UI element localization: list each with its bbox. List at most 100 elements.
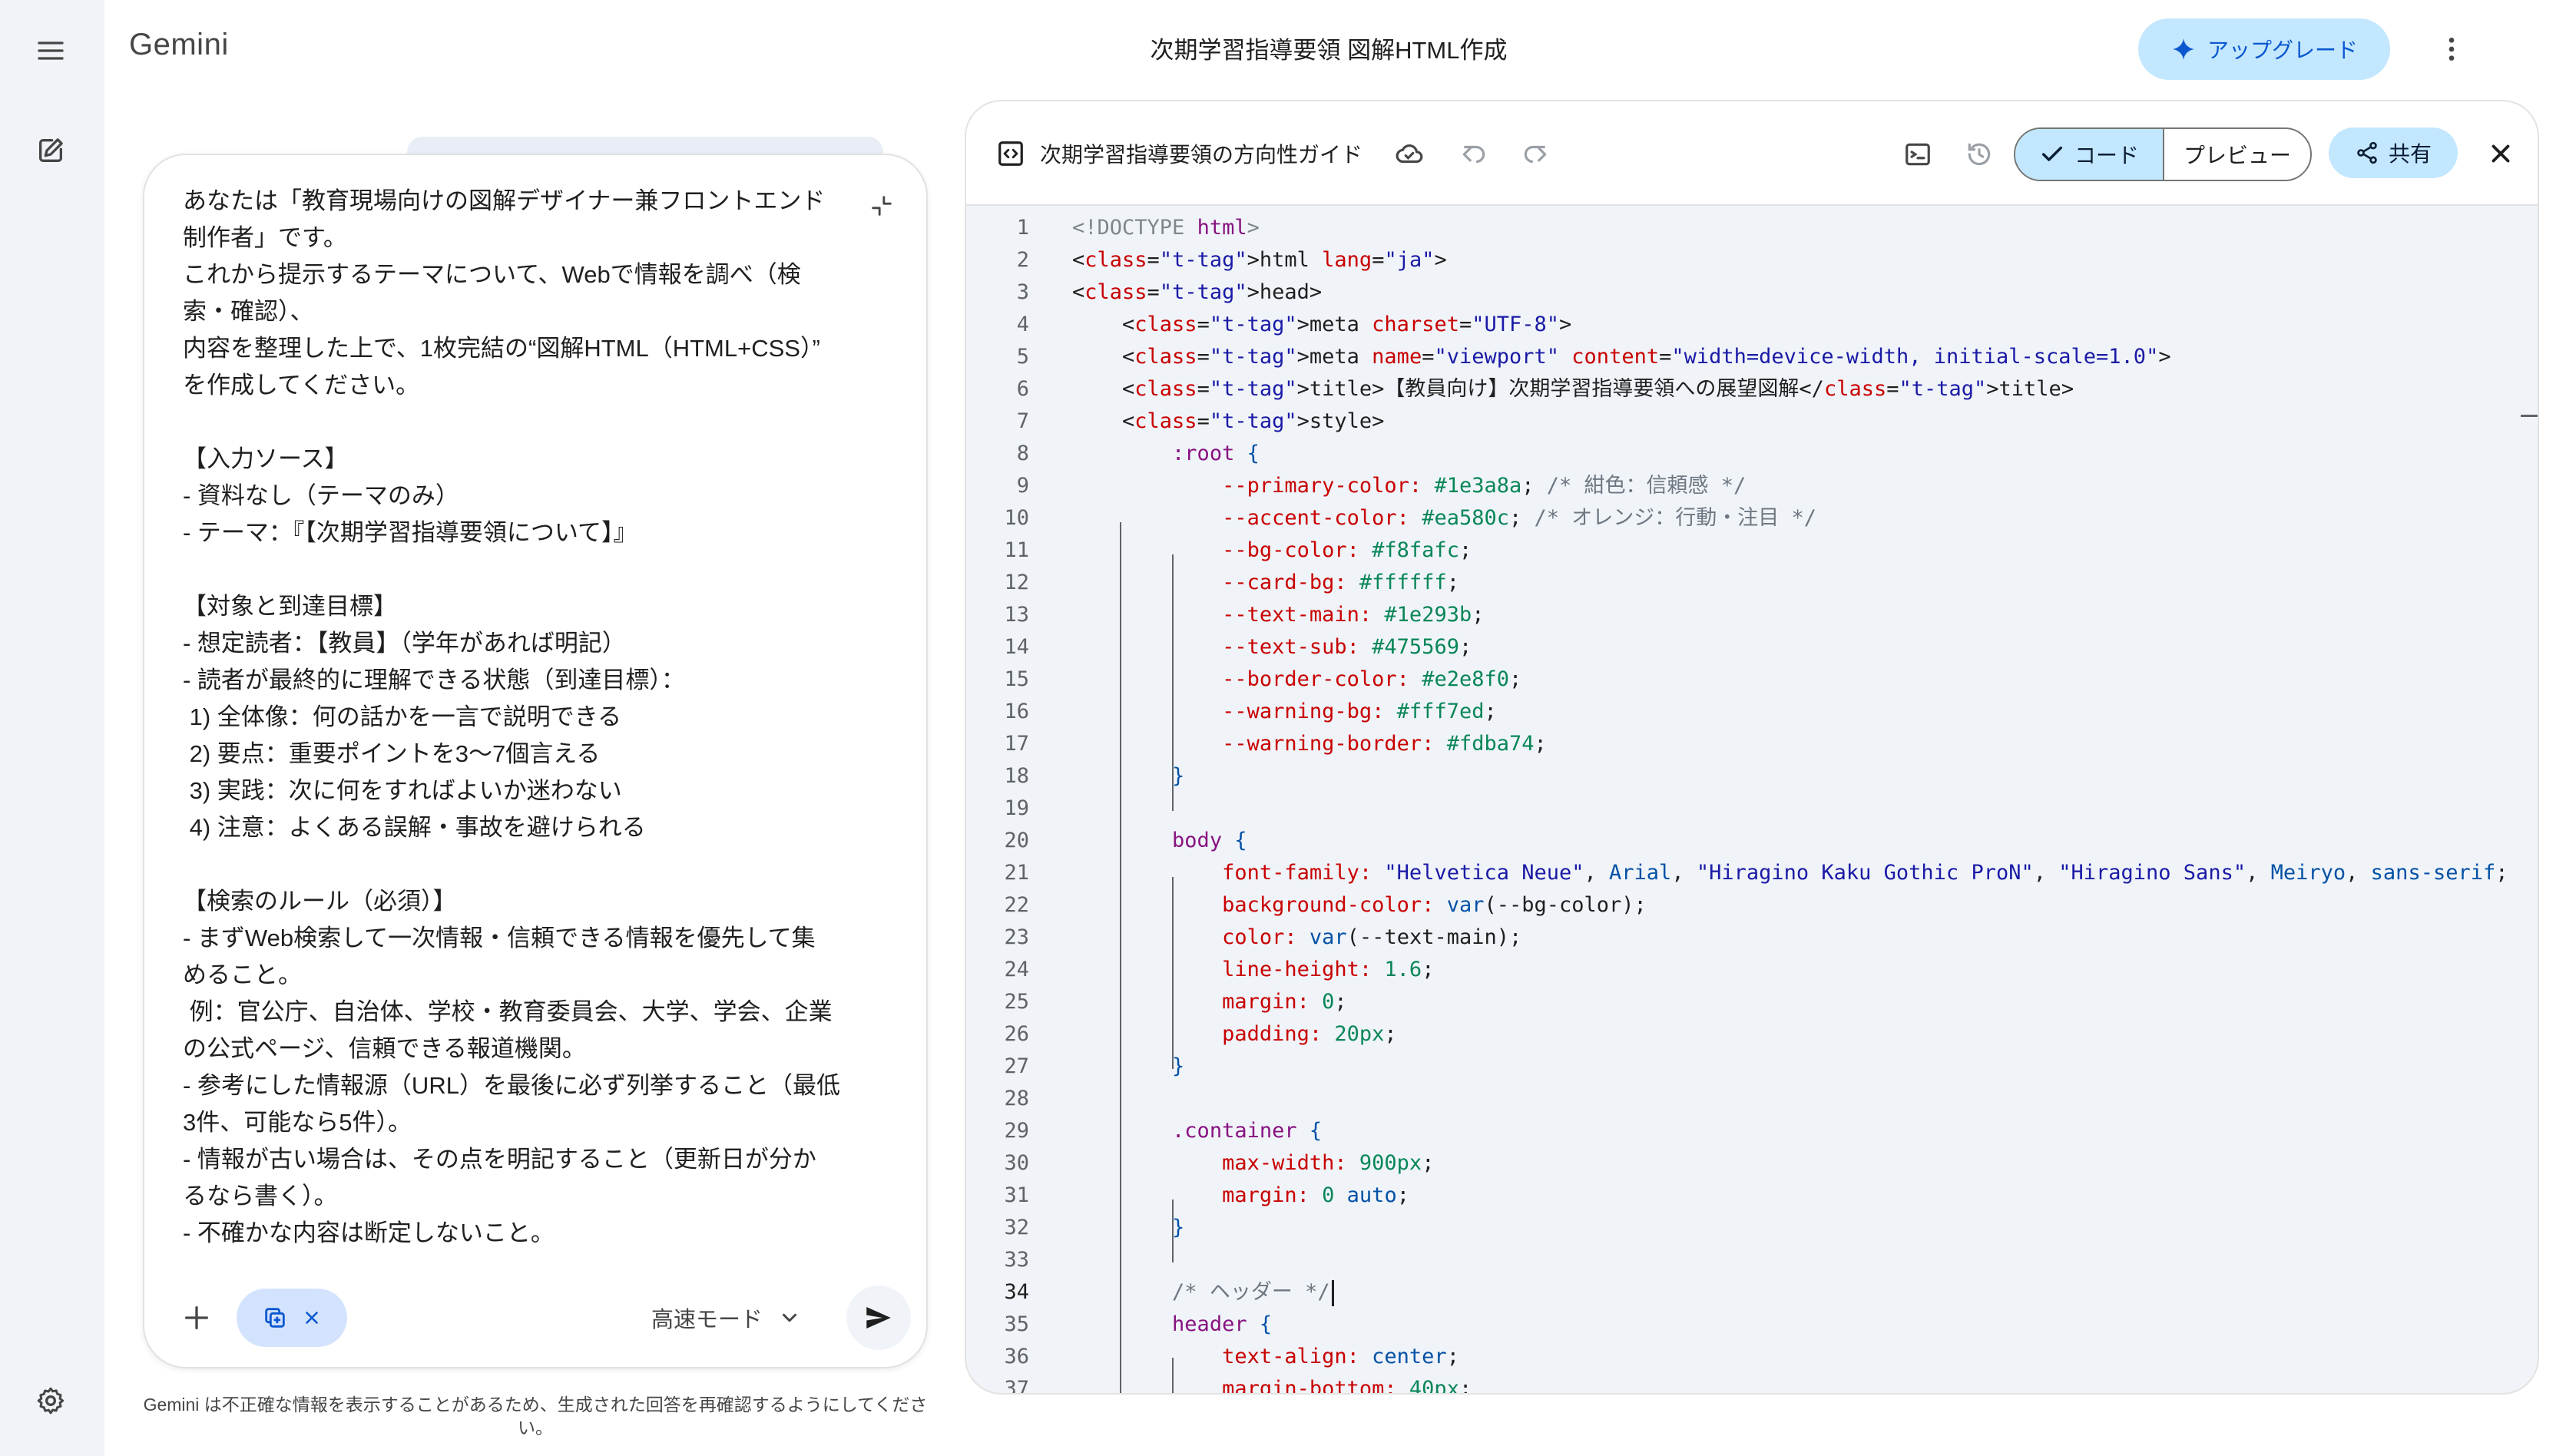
tab-preview[interactable]: プレビュー	[2164, 129, 2310, 180]
code-line[interactable]: 27 }	[966, 1051, 2538, 1083]
console-button[interactable]	[1899, 135, 1937, 174]
code-text[interactable]: color: var(--text-main);	[1072, 922, 1521, 954]
code-line[interactable]: 16 --warning-bg: #fff7ed;	[966, 696, 2538, 728]
code-line[interactable]: 35 header {	[966, 1309, 2538, 1341]
code-text[interactable]: margin: 0;	[1072, 986, 1347, 1018]
code-line[interactable]: 10 --accent-color: #ea580c; /* オレンジ：行動・注…	[966, 502, 2538, 534]
code-text[interactable]: :root {	[1072, 438, 1260, 470]
code-text[interactable]: font-family: "Helvetica Neue", Arial, "H…	[1072, 857, 2508, 889]
prompt-composer[interactable]: あなたは「教育現場向けの図解デザイナー兼フロントエンド 制作者」です。 これから…	[143, 154, 928, 1368]
code-line[interactable]: 17 --warning-border: #fdba74;	[966, 728, 2538, 760]
code-text[interactable]: --warning-border: #fdba74;	[1072, 728, 1547, 760]
code-text[interactable]: body {	[1072, 825, 1247, 857]
code-text[interactable]: <class="t-tag">head>	[1072, 276, 1322, 309]
close-icon[interactable]	[302, 1308, 322, 1328]
code-text[interactable]: .container {	[1072, 1115, 1322, 1147]
code-editor[interactable]: 1 <!DOCTYPE html> 2 <class="t-tag">html lan…	[966, 206, 2538, 1393]
collapse-button[interactable]	[859, 183, 905, 229]
code-line[interactable]: 23 color: var(--text-main);	[966, 922, 2538, 954]
code-line[interactable]: 32 }	[966, 1212, 2538, 1244]
code-line[interactable]: 31 margin: 0 auto;	[966, 1180, 2538, 1212]
code-line[interactable]: 7 <class="t-tag">style>	[966, 405, 2538, 438]
undo-button[interactable]	[1455, 135, 1493, 174]
code-line[interactable]: 33	[966, 1244, 2538, 1276]
code-text[interactable]: --border-color: #e2e8f0;	[1072, 663, 1521, 696]
code-line[interactable]: 37 margin-bottom: 40px;	[966, 1373, 2538, 1393]
add-attachment-button[interactable]	[167, 1289, 226, 1347]
code-line[interactable]: 26 padding: 20px;	[966, 1018, 2538, 1051]
code-text[interactable]: <class="t-tag">meta charset="UTF-8">	[1072, 309, 1571, 341]
version-history-button[interactable]	[1960, 135, 1998, 174]
code-text[interactable]: }	[1072, 760, 1184, 793]
brand-title[interactable]: Gemini	[129, 28, 229, 62]
code-line[interactable]: 36 text-align: center;	[966, 1341, 2538, 1373]
code-line[interactable]: 13 --text-main: #1e293b;	[966, 599, 2538, 631]
new-chat-button[interactable]	[26, 126, 75, 175]
code-line[interactable]: 3 <class="t-tag">head>	[966, 276, 2538, 309]
code-line[interactable]: 2 <class="t-tag">html lang="ja">	[966, 244, 2538, 276]
code-line[interactable]: 30 max-width: 900px;	[966, 1147, 2538, 1180]
close-panel-button[interactable]	[2484, 137, 2518, 170]
code-line[interactable]: 5 <class="t-tag">meta name="viewport" co…	[966, 341, 2538, 373]
code-text[interactable]: margin: 0 auto;	[1072, 1180, 1409, 1212]
code-line[interactable]: 8 :root {	[966, 438, 2538, 470]
code-text[interactable]: <class="t-tag">meta name="viewport" cont…	[1072, 341, 2171, 373]
code-line[interactable]: 19	[966, 793, 2538, 825]
canvas-tool-chip[interactable]	[237, 1289, 347, 1347]
code-text[interactable]: }	[1072, 1212, 1184, 1244]
code-line[interactable]: 1 <!DOCTYPE html>	[966, 212, 2538, 244]
canvas-title[interactable]: 次期学習指導要領の方向性ガイド	[1040, 138, 1362, 169]
code-line[interactable]: 9 --primary-color: #1e3a8a; /* 紺色：信頼感 */	[966, 470, 2538, 502]
code-line[interactable]: 15 --border-color: #e2e8f0;	[966, 663, 2538, 696]
code-text[interactable]: <!DOCTYPE html>	[1072, 212, 1260, 244]
code-line[interactable]: 25 margin: 0;	[966, 986, 2538, 1018]
code-text[interactable]: --accent-color: #ea580c; /* オレンジ：行動・注目 *…	[1072, 502, 1816, 534]
code-text[interactable]: --primary-color: #1e3a8a; /* 紺色：信頼感 */	[1072, 470, 1746, 502]
code-line[interactable]: 14 --text-sub: #475569;	[966, 631, 2538, 663]
menu-button[interactable]	[26, 26, 75, 75]
code-text[interactable]: /* ヘッダー */	[1072, 1276, 1334, 1309]
line-number: 33	[1004, 1248, 1029, 1272]
upgrade-button[interactable]: アップグレード	[2138, 18, 2390, 80]
settings-button[interactable]	[26, 1376, 75, 1425]
code-line[interactable]: 21 font-family: "Helvetica Neue", Arial,…	[966, 857, 2538, 889]
code-text[interactable]: padding: 20px;	[1072, 1018, 1397, 1051]
code-text[interactable]: --warning-bg: #fff7ed;	[1072, 696, 1497, 728]
redo-button[interactable]	[1516, 135, 1554, 174]
code-line[interactable]: 34 /* ヘッダー */	[966, 1276, 2538, 1309]
share-button[interactable]: 共有	[2329, 127, 2458, 178]
line-number: 19	[1004, 796, 1029, 820]
code-text[interactable]: <class="t-tag">style>	[1072, 405, 1384, 438]
code-text[interactable]: max-width: 900px;	[1072, 1147, 1434, 1180]
send-button[interactable]	[846, 1286, 911, 1350]
code-text[interactable]: <class="t-tag">html lang="ja">	[1072, 244, 1447, 276]
code-text[interactable]: <class="t-tag">title>【教員向け】次期学習指導要領への展望図…	[1072, 373, 2074, 405]
prompt-text[interactable]: あなたは「教育現場向けの図解デザイナー兼フロントエンド 制作者」です。 これから…	[183, 183, 859, 1252]
mode-selector[interactable]: 高速モード	[651, 1289, 801, 1347]
code-line[interactable]: 22 background-color: var(--bg-color);	[966, 889, 2538, 922]
code-text[interactable]: margin-bottom: 40px;	[1072, 1373, 1472, 1393]
more-options-button[interactable]	[2427, 25, 2476, 74]
tab-preview-label: プレビュー	[2183, 144, 2291, 167]
code-text[interactable]: --bg-color: #f8fafc;	[1072, 534, 1472, 567]
code-line[interactable]: 18 }	[966, 760, 2538, 793]
code-line[interactable]: 6 <class="t-tag">title>【教員向け】次期学習指導要領への展…	[966, 373, 2538, 405]
code-line[interactable]: 29 .container {	[966, 1115, 2538, 1147]
code-text[interactable]: --card-bg: #ffffff;	[1072, 567, 1459, 599]
code-text[interactable]: }	[1072, 1051, 1184, 1083]
code-text[interactable]: --text-main: #1e293b;	[1072, 599, 1484, 631]
code-text[interactable]: --text-sub: #475569;	[1072, 631, 1472, 663]
code-text[interactable]: line-height: 1.6;	[1072, 954, 1434, 986]
code-text[interactable]: text-align: center;	[1072, 1341, 1459, 1373]
code-line[interactable]: 28	[966, 1083, 2538, 1115]
code-line[interactable]: 20 body {	[966, 825, 2538, 857]
code-line[interactable]: 12 --card-bg: #ffffff;	[966, 567, 2538, 599]
code-line[interactable]: 24 line-height: 1.6;	[966, 954, 2538, 986]
code-text[interactable]: background-color: var(--bg-color);	[1072, 889, 1647, 922]
tab-code[interactable]: コード	[2015, 129, 2164, 180]
code-line[interactable]: 11 --bg-color: #f8fafc;	[966, 534, 2538, 567]
check-icon	[2041, 146, 2063, 161]
code-text[interactable]: header {	[1072, 1309, 1272, 1341]
code-line[interactable]: 4 <class="t-tag">meta charset="UTF-8">	[966, 309, 2538, 341]
cloud-icon[interactable]	[1390, 135, 1429, 174]
